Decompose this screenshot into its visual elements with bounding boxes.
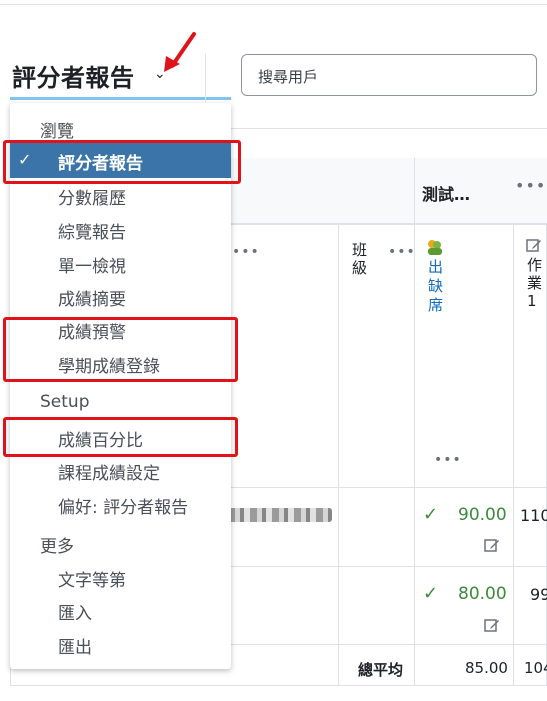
attendance-column-more-icon[interactable]: •••: [434, 452, 462, 468]
menu-item-grade-history[interactable]: 分數履歷: [58, 184, 126, 209]
menu-group-browse: 瀏覽: [40, 122, 74, 142]
class-column-more-icon[interactable]: •••: [388, 244, 416, 260]
top-divider: [0, 0, 547, 5]
menu-item-grade-summary[interactable]: 成績摘要: [58, 285, 126, 310]
page-title-dropdown[interactable]: 評分者報告: [12, 58, 135, 93]
name-column-more-icon[interactable]: •••: [232, 244, 260, 260]
col-divider: [513, 224, 514, 686]
attendance-average: 85.00: [465, 659, 508, 677]
menu-item-overview-report[interactable]: 綜覽報告: [58, 218, 126, 243]
menu-item-course-grade-settings[interactable]: 課程成績設定: [58, 459, 160, 484]
assignment-grade[interactable]: 110: [520, 506, 547, 525]
assignment-average: 104: [524, 659, 547, 677]
edit-icon[interactable]: [484, 617, 500, 633]
col-divider: [338, 224, 339, 686]
student-name-blurred: [228, 508, 332, 522]
menu-item-export[interactable]: 匯出: [58, 633, 92, 658]
highlight-box: [3, 417, 238, 457]
highlight-box: [3, 140, 241, 184]
menu-group-more: 更多: [40, 537, 74, 557]
menu-item-import[interactable]: 匯入: [58, 599, 92, 624]
menu-item-letters[interactable]: 文字等第: [58, 566, 126, 591]
header-divider: [205, 128, 547, 129]
column-assignment-label[interactable]: 作業1: [527, 256, 543, 310]
menu-item-single-view[interactable]: 單一檢視: [58, 252, 126, 277]
assignment-grade[interactable]: 99: [530, 585, 547, 604]
category-more-icon[interactable]: •••: [515, 176, 546, 195]
report-selector-menu: 瀏覽 ✓ 評分者報告 分數履歷 綜覽報告 單一檢視 成績摘要 成績預警 學期成績…: [10, 103, 231, 669]
col-divider: [414, 158, 415, 686]
attendance-grade[interactable]: 90.00: [458, 505, 507, 525]
search-placeholder: 搜尋用戶: [258, 68, 319, 86]
overall-average-label: 總平均: [358, 661, 404, 679]
search-users-input[interactable]: 搜尋用戶: [241, 54, 537, 96]
title-focus-underline: [10, 97, 231, 100]
header-separator: [205, 54, 206, 102]
check-icon: ✓: [423, 504, 439, 525]
column-attendance-link[interactable]: 出缺席: [428, 258, 444, 315]
menu-item-preferences-grader-report[interactable]: 偏好: 評分者報告: [58, 493, 188, 518]
category-title[interactable]: 測試…: [422, 181, 470, 205]
attendance-module-icon: [428, 240, 442, 255]
check-icon: ✓: [423, 583, 439, 604]
column-class-label: 班級: [352, 241, 368, 277]
highlight-box: [3, 317, 238, 382]
edit-icon[interactable]: [484, 537, 500, 553]
attendance-grade[interactable]: 80.00: [458, 584, 507, 604]
menu-group-setup: Setup: [40, 392, 90, 412]
edit-icon[interactable]: [526, 237, 542, 253]
red-arrow-annotation-icon: [164, 32, 196, 72]
